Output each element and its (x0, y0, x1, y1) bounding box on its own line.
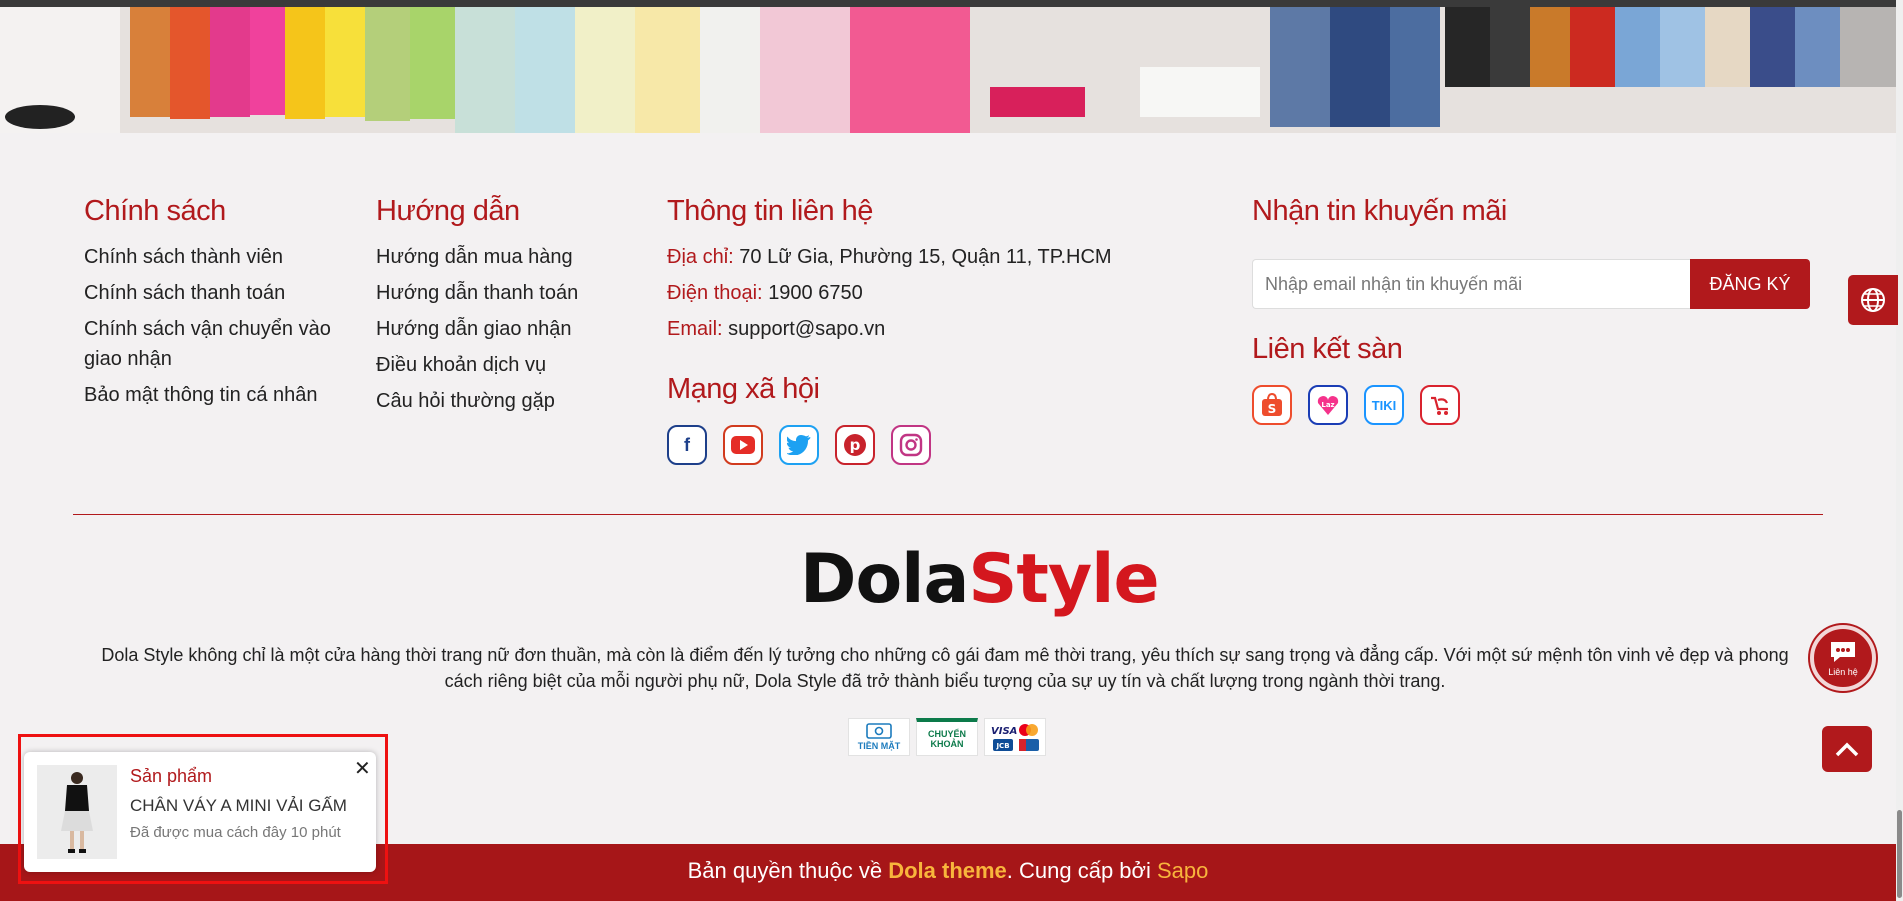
twitter-icon[interactable] (779, 425, 819, 465)
policy-link-shipping[interactable]: Chính sách vận chuyển vào giao nhận (84, 314, 344, 374)
marketplace-title: Liên kết sàn (1252, 333, 1403, 365)
lazada-icon[interactable]: Laz (1308, 385, 1348, 425)
youtube-icon[interactable] (723, 425, 763, 465)
newsletter-column: Nhận tin khuyến mãi (1252, 195, 1812, 242)
subscribe-button[interactable]: ĐĂNG KÝ (1690, 259, 1810, 309)
guide-title: Hướng dẫn (376, 195, 520, 227)
contact-column: Thông tin liên hệ Địa chỉ: 70 Lữ Gia, Ph… (667, 195, 1167, 350)
guide-column: Hướng dẫn Hướng dẫn mua hàng Hướng dẫn t… (376, 195, 636, 422)
instagram-icon[interactable] (891, 425, 931, 465)
logo-part-dola: Dola (800, 540, 969, 619)
guide-link-buying[interactable]: Hướng dẫn mua hàng (376, 242, 636, 272)
transfer-label: CHUYỂN KHOẢN (927, 728, 966, 749)
marketplace-icons: S Laz TIKI (1252, 385, 1460, 425)
logo-part-style: Style (968, 540, 1159, 619)
cash-label: TIỀN MẶT (857, 741, 901, 751)
svg-text:Laz: Laz (1321, 401, 1334, 409)
banner-image (0, 7, 1896, 133)
policy-link-membership[interactable]: Chính sách thành viên (84, 242, 344, 272)
chevron-up-icon (1835, 742, 1859, 757)
language-button[interactable] (1848, 275, 1898, 325)
policy-column: Chính sách Chính sách thành viên Chính s… (84, 195, 344, 416)
svg-text:p: p (850, 436, 861, 454)
social-icons: f p (667, 425, 931, 465)
policy-link-payment[interactable]: Chính sách thanh toán (84, 278, 344, 308)
back-to-top-button[interactable] (1822, 726, 1872, 772)
policy-link-privacy[interactable]: Bảo mật thông tin cá nhân (84, 380, 344, 410)
contact-email: Email: support@sapo.vn (667, 314, 1167, 344)
newsletter-email-input[interactable] (1252, 259, 1690, 309)
footer-divider (73, 514, 1823, 515)
sendo-icon[interactable] (1420, 385, 1460, 425)
svg-text:S: S (1268, 402, 1277, 416)
toast-label: Sản phẩm (130, 766, 213, 786)
transfer-payment-icon: CHUYỂN KHOẢN (916, 718, 978, 756)
contact-address: Địa chỉ: 70 Lữ Gia, Phường 15, Quận 11, … (667, 242, 1167, 272)
globe-icon (1861, 288, 1885, 312)
close-icon[interactable]: ✕ (354, 756, 371, 781)
newsletter-title: Nhận tin khuyến mãi (1252, 195, 1507, 227)
page-scrollbar[interactable] (1896, 0, 1903, 901)
contact-chat-button[interactable]: Liên hệ (1810, 625, 1876, 691)
email-label: Email: (667, 318, 723, 340)
visa-label: VISA (991, 726, 1017, 737)
contact-title: Thông tin liên hệ (667, 195, 873, 227)
toast-time: Đã được mua cách đây 10 phút (130, 824, 341, 841)
copyright-theme-link[interactable]: Dola theme (888, 858, 1007, 883)
newsletter-form: ĐĂNG KÝ (1252, 259, 1810, 309)
facebook-icon[interactable]: f (667, 425, 707, 465)
address-label: Địa chỉ: (667, 246, 734, 268)
about-text: Dola Style không chỉ là một cửa hàng thờ… (101, 645, 1789, 691)
guide-link-payment[interactable]: Hướng dẫn thanh toán (376, 278, 636, 308)
phone-value[interactable]: 1900 6750 (768, 282, 863, 304)
chat-label: Liên hệ (1828, 667, 1858, 677)
top-bar (0, 0, 1896, 7)
guide-link-faq[interactable]: Câu hỏi thường gặp (376, 386, 636, 416)
address-value: 70 Lữ Gia, Phường 15, Quận 11, TP.HCM (739, 246, 1112, 268)
purchase-notification[interactable]: Sản phẩm CHÂN VÁY A MINI VẢI GẤM Đã được… (24, 752, 376, 872)
chat-icon (1831, 642, 1855, 662)
copyright-prefix: Bản quyền thuộc về (687, 858, 889, 883)
clothing-rack-image (0, 7, 1896, 133)
jcb-label: JCB (995, 742, 1009, 750)
tiki-icon[interactable]: TIKI (1364, 385, 1404, 425)
social-title: Mạng xã hội (667, 373, 820, 405)
copyright-provider-link[interactable]: Sapo (1157, 858, 1208, 883)
cash-payment-icon: TIỀN MẶT (848, 718, 910, 756)
product-thumbnail (37, 765, 117, 859)
email-value[interactable]: support@sapo.vn (728, 318, 885, 340)
brand-logo[interactable]: DolaStyle (800, 540, 1160, 619)
pinterest-icon[interactable]: p (835, 425, 875, 465)
card-payment-icon: VISA JCB (984, 718, 1046, 756)
policy-title: Chính sách (84, 195, 226, 227)
contact-phone: Điện thoại: 1900 6750 (667, 278, 1167, 308)
payment-methods: TIỀN MẶT CHUYỂN KHOẢN VISA JCB (848, 718, 1046, 756)
scrollbar-thumb[interactable] (1897, 810, 1902, 898)
toast-product-name[interactable]: CHÂN VÁY A MINI VẢI GẤM (130, 796, 347, 816)
phone-label: Điện thoại: (667, 282, 763, 304)
guide-link-terms[interactable]: Điều khoản dịch vụ (376, 350, 636, 380)
guide-link-delivery[interactable]: Hướng dẫn giao nhận (376, 314, 636, 344)
shopee-icon[interactable]: S (1252, 385, 1292, 425)
copyright-middle: . Cung cấp bởi (1006, 858, 1157, 883)
